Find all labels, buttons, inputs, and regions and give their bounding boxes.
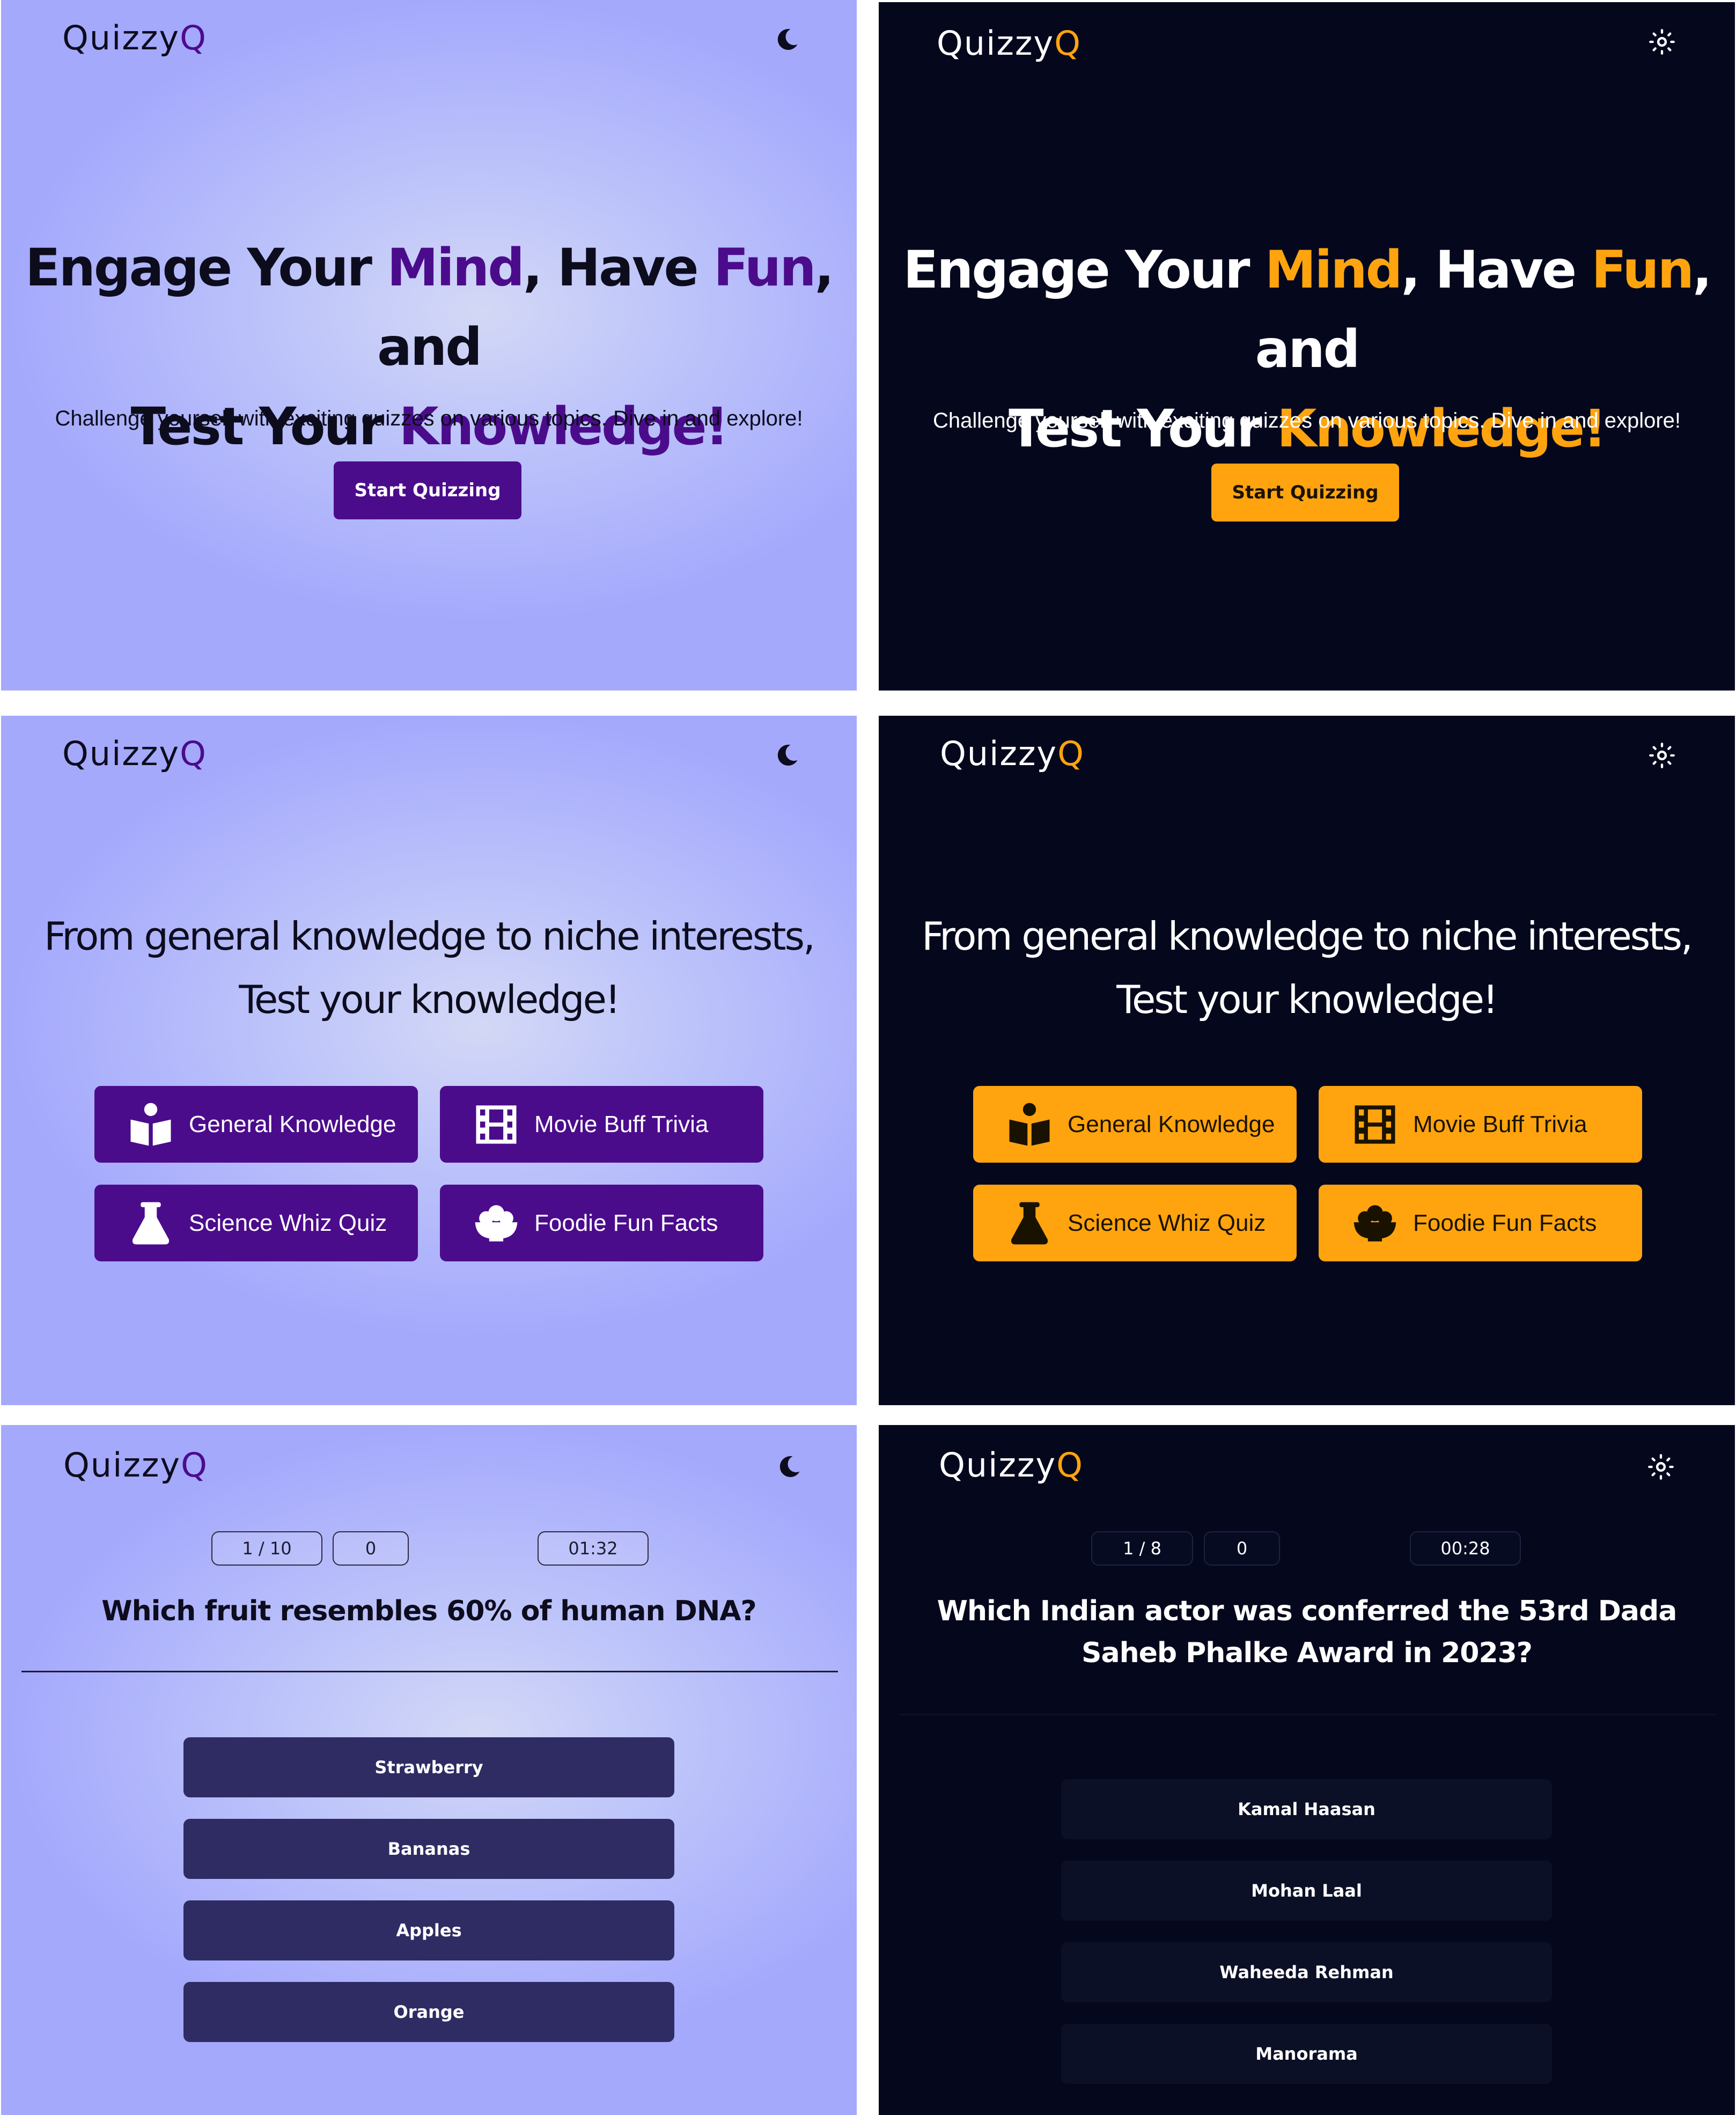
dark-home-screen: QuizzyQ Engage Your Mind, Have Fun, and … — [879, 2, 1735, 691]
answer-option-button[interactable]: Mohan Laal — [1061, 1861, 1552, 1921]
book-reader-icon — [127, 1100, 175, 1149]
category-label: Movie Buff Trivia — [1413, 1111, 1587, 1137]
light-categories-screen: QuizzyQ From general knowledge to niche … — [1, 716, 857, 1405]
moon-icon[interactable] — [773, 26, 801, 54]
category-label: Foodie Fun Facts — [1413, 1209, 1597, 1236]
score-badge: 0 — [1204, 1531, 1280, 1566]
light-home-screen: QuizzyQ Engage Your Mind, Have Fun, and … — [1, 0, 857, 691]
category-label: Foodie Fun Facts — [534, 1209, 718, 1236]
category-label: Science Whiz Quiz — [1068, 1209, 1266, 1236]
category-label: General Knowledge — [189, 1111, 396, 1137]
book-reader-icon — [1005, 1100, 1054, 1149]
sun-icon[interactable] — [1647, 1453, 1675, 1481]
logo[interactable]: QuizzyQ — [937, 24, 1082, 63]
divider — [899, 1714, 1716, 1715]
logo[interactable]: QuizzyQ — [62, 734, 207, 773]
category-foodie-button[interactable]: Foodie Fun Facts — [440, 1185, 763, 1261]
answer-option-button[interactable]: Kamal Haasan — [1061, 1779, 1552, 1839]
timer-badge: 01:32 — [538, 1531, 649, 1566]
sun-icon[interactable] — [1648, 28, 1676, 56]
category-label: General Knowledge — [1068, 1111, 1275, 1137]
answer-option-button[interactable]: Manorama — [1061, 2024, 1552, 2084]
sun-icon[interactable] — [1648, 741, 1676, 769]
logo[interactable]: QuizzyQ — [63, 1445, 208, 1485]
answer-option-button[interactable]: Bananas — [183, 1819, 674, 1879]
question-text: Which fruit resembles 60% of human DNA? — [101, 1595, 756, 1627]
film-icon — [1351, 1100, 1399, 1149]
logo[interactable]: QuizzyQ — [62, 18, 207, 57]
question-progress-badge: 1 / 8 — [1091, 1531, 1193, 1566]
answer-option-button[interactable]: Apples — [183, 1900, 674, 1960]
start-quizzing-button[interactable]: Start Quizzing — [1211, 464, 1399, 522]
category-general-knowledge-button[interactable]: General Knowledge — [94, 1086, 418, 1163]
category-label: Movie Buff Trivia — [534, 1111, 709, 1137]
answer-option-button[interactable]: Orange — [183, 1982, 674, 2042]
question-text: Which Indian actor was conferred the 53r… — [937, 1595, 1678, 1669]
hero-subtitle: Challenge yourself with exciting quizzes… — [932, 409, 1681, 432]
dark-categories-screen: QuizzyQ From general knowledge to niche … — [879, 716, 1735, 1405]
category-label: Science Whiz Quiz — [189, 1209, 387, 1236]
moon-icon[interactable] — [775, 1453, 803, 1481]
logo[interactable]: QuizzyQ — [939, 1445, 1084, 1485]
question-progress-badge: 1 / 10 — [211, 1531, 322, 1566]
answer-option-button[interactable]: Strawberry — [183, 1737, 674, 1797]
category-general-knowledge-button[interactable]: General Knowledge — [973, 1086, 1297, 1163]
timer-badge: 00:28 — [1410, 1531, 1521, 1566]
light-quiz-screen: QuizzyQ 1 / 10 0 01:32 Which fruit resem… — [1, 1425, 857, 2115]
category-science-button[interactable]: Science Whiz Quiz — [94, 1185, 418, 1261]
categories-title: From general knowledge to niche interest… — [44, 914, 815, 1022]
hero-subtitle: Challenge yourself with exciting quizzes… — [55, 407, 803, 430]
dark-quiz-screen: QuizzyQ 1 / 8 0 00:28 Which Indian actor… — [879, 1425, 1735, 2115]
category-movie-buff-button[interactable]: Movie Buff Trivia — [1319, 1086, 1642, 1163]
flask-icon — [1005, 1199, 1054, 1247]
food-bowl-icon — [1351, 1199, 1399, 1247]
start-quizzing-button[interactable]: Start Quizzing — [334, 461, 521, 519]
logo[interactable]: QuizzyQ — [940, 734, 1085, 773]
category-movie-buff-button[interactable]: Movie Buff Trivia — [440, 1086, 763, 1163]
answer-option-button[interactable]: Waheeda Rehman — [1061, 1942, 1552, 2002]
divider — [21, 1671, 838, 1672]
score-badge: 0 — [333, 1531, 409, 1566]
film-icon — [472, 1100, 520, 1149]
category-science-button[interactable]: Science Whiz Quiz — [973, 1185, 1297, 1261]
food-bowl-icon — [472, 1199, 520, 1247]
moon-icon[interactable] — [773, 741, 801, 769]
category-foodie-button[interactable]: Foodie Fun Facts — [1319, 1185, 1642, 1261]
categories-title: From general knowledge to niche interest… — [922, 914, 1693, 1022]
flask-icon — [127, 1199, 175, 1247]
